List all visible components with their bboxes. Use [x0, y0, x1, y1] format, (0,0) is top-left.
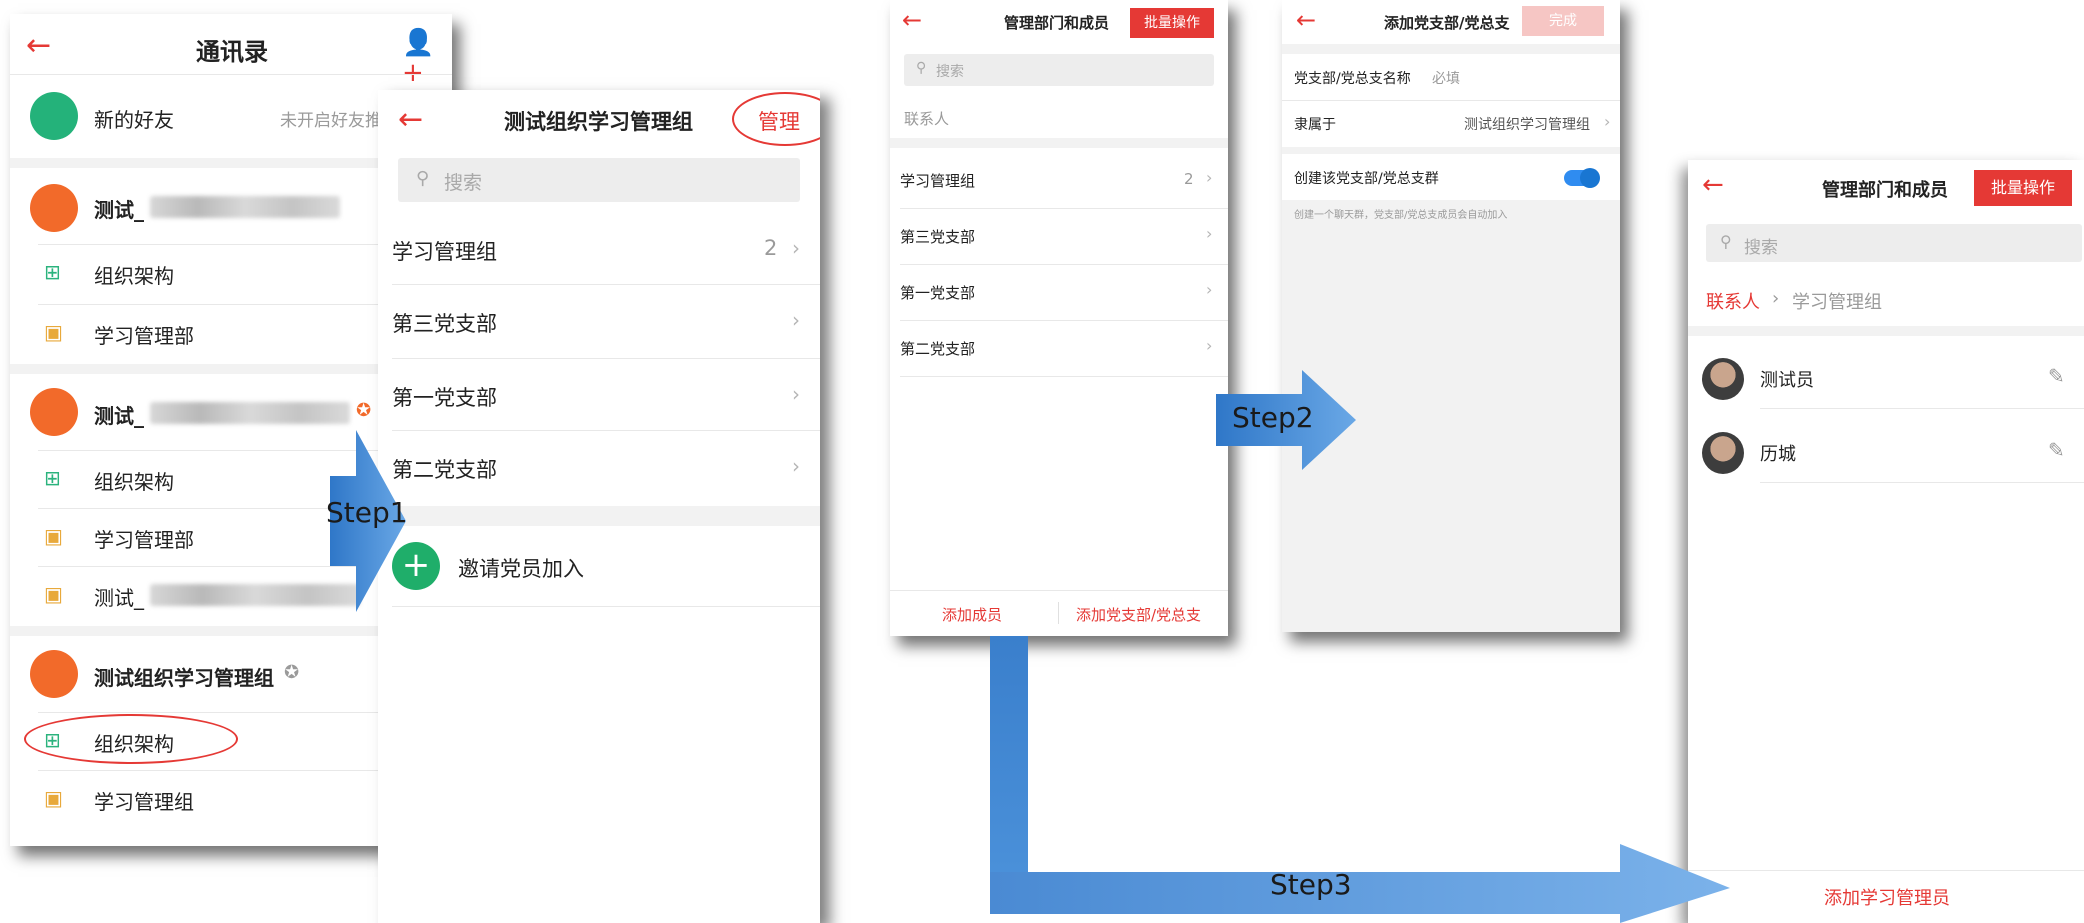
- briefcase-icon: ▣: [44, 582, 63, 606]
- page-title: 管理部门和成员: [1822, 180, 1948, 201]
- page-title: 添加党支部/党总支: [1384, 14, 1510, 32]
- list-item[interactable]: 学习管理组: [900, 170, 975, 191]
- count-badge: 2: [764, 236, 778, 260]
- list-item[interactable]: 第三党支部: [900, 226, 975, 247]
- org-chart-icon: ⊞: [44, 260, 61, 284]
- chevron-right-icon: ›: [792, 308, 800, 332]
- add-admin-button[interactable]: 添加学习管理员: [1824, 884, 1950, 910]
- verified-icon: ✪: [356, 400, 372, 421]
- chevron-right-icon: ›: [1206, 224, 1213, 243]
- batch-operation-button[interactable]: 批量操作: [1974, 170, 2072, 206]
- chevron-right-icon: ›: [792, 236, 800, 260]
- belongs-value[interactable]: 测试组织学习管理组: [1464, 114, 1590, 134]
- chevron-right-icon: ›: [792, 454, 800, 478]
- branch-name-label: 党支部/党总支名称: [1294, 71, 1411, 87]
- member-name[interactable]: 历城: [1760, 440, 1796, 466]
- search-input[interactable]: ⚲ 搜索: [1706, 224, 2082, 262]
- member-name[interactable]: 测试员: [1760, 366, 1814, 392]
- step1-label: Step1: [326, 496, 408, 529]
- branch-name-input[interactable]: 必填: [1432, 68, 1460, 88]
- batch-operation-button[interactable]: 批量操作: [1130, 8, 1214, 38]
- search-input[interactable]: ⚲ 搜索: [904, 54, 1214, 86]
- chevron-right-icon: ›: [1604, 112, 1611, 131]
- org-chart-icon: ⊞: [44, 466, 61, 490]
- search-icon: ⚲: [916, 60, 927, 76]
- breadcrumb[interactable]: 联系人: [904, 108, 949, 129]
- org-icon: [30, 388, 78, 436]
- add-branch-button[interactable]: 添加党支部/党总支: [1076, 604, 1201, 625]
- edit-icon[interactable]: ✎: [2048, 364, 2065, 388]
- add-friend-icon[interactable]: 👤+: [402, 28, 452, 88]
- org-name[interactable]: 测试_: [94, 400, 144, 429]
- create-group-label: 创建该党支部/党总支群: [1294, 171, 1439, 187]
- create-group-hint: 创建一个聊天群，党支部/党总支成员会自动加入: [1294, 210, 1508, 221]
- count-badge: 2: [1184, 170, 1194, 188]
- page-title: 测试组织学习管理组: [504, 110, 693, 134]
- org-name[interactable]: 测试组织学习管理组: [94, 662, 274, 691]
- list-item[interactable]: 第二党支部: [392, 454, 497, 484]
- back-arrow-icon[interactable]: ←: [398, 102, 423, 137]
- chevron-right-icon: ›: [1206, 336, 1213, 355]
- done-button[interactable]: 完成: [1522, 6, 1604, 36]
- search-placeholder: 搜索: [936, 64, 964, 80]
- breadcrumb-separator-icon: ›: [1772, 288, 1780, 309]
- org1-item-0[interactable]: 组织架构: [94, 260, 174, 289]
- org-icon: [30, 650, 78, 698]
- search-placeholder: 搜索: [444, 172, 483, 194]
- briefcase-icon: ▣: [44, 320, 63, 344]
- back-arrow-icon[interactable]: ←: [26, 28, 51, 63]
- list-item[interactable]: 第三党支部: [392, 308, 497, 338]
- page-title: 管理部门和成员: [1004, 14, 1110, 32]
- create-group-toggle[interactable]: [1564, 168, 1600, 188]
- search-icon: ⚲: [416, 168, 430, 189]
- chevron-right-icon: ›: [1206, 280, 1213, 299]
- org2-item-0[interactable]: 组织架构: [94, 466, 174, 495]
- org-group-screen: ← 测试组织学习管理组 管理 ⚲ 搜索 学习管理组 2 › 第三党支部 › 第一…: [378, 90, 820, 923]
- highlight-ellipse: [24, 714, 238, 764]
- edit-icon[interactable]: ✎: [2048, 438, 2065, 462]
- breadcrumb-current: 学习管理组: [1792, 292, 1882, 313]
- org2-item-2[interactable]: 测试_: [94, 582, 144, 611]
- highlight-ellipse: [732, 92, 820, 146]
- add-branch-screen: ← 添加党支部/党总支 完成 党支部/党总支名称 必填 隶属于 测试组织学习管理…: [1282, 0, 1620, 632]
- chevron-right-icon: ›: [792, 382, 800, 406]
- manage-dept-screen: ← 管理部门和成员 批量操作 ⚲ 搜索 联系人 学习管理组 2 › 第三党支部 …: [890, 0, 1228, 636]
- org1-item-1[interactable]: 学习管理部: [94, 320, 194, 349]
- belongs-label: 隶属于: [1294, 117, 1336, 133]
- manage-members-screen: ← 管理部门和成员 批量操作 ⚲ 搜索 联系人 › 学习管理组 测试员 ✎ 历城…: [1688, 160, 2084, 923]
- new-friend-label[interactable]: 新的好友: [94, 104, 174, 133]
- back-arrow-icon[interactable]: ←: [902, 6, 922, 34]
- chevron-right-icon: ›: [1206, 168, 1213, 187]
- invite-member-button[interactable]: 邀请党员加入: [458, 553, 584, 583]
- new-friend-icon: [30, 92, 78, 140]
- new-friend-hint: 未开启好友推: [280, 111, 382, 131]
- add-member-button[interactable]: 添加成员: [942, 604, 1002, 625]
- list-item[interactable]: 第一党支部: [392, 382, 497, 412]
- search-icon: ⚲: [1720, 232, 1732, 251]
- search-placeholder: 搜索: [1744, 238, 1778, 258]
- avatar: [1702, 358, 1744, 400]
- verified-icon: ✪: [284, 662, 300, 683]
- list-item[interactable]: 学习管理组: [392, 236, 497, 266]
- org-name[interactable]: 测试_: [94, 194, 144, 223]
- back-arrow-icon[interactable]: ←: [1702, 170, 1724, 200]
- list-item[interactable]: 第一党支部: [900, 282, 975, 303]
- back-arrow-icon[interactable]: ←: [1296, 6, 1316, 34]
- avatar: [1702, 432, 1744, 474]
- breadcrumb-root[interactable]: 联系人: [1706, 288, 1760, 314]
- step2-label: Step2: [1232, 401, 1314, 434]
- list-item[interactable]: 第二党支部: [900, 338, 975, 359]
- page-title: 通讯录: [196, 38, 268, 66]
- briefcase-icon: ▣: [44, 786, 63, 810]
- briefcase-icon: ▣: [44, 524, 63, 548]
- step3-arrow: [990, 636, 1730, 923]
- org3-item-1[interactable]: 学习管理组: [94, 786, 194, 815]
- org2-item-1[interactable]: 学习管理部: [94, 524, 194, 553]
- step3-label: Step3: [1270, 868, 1352, 901]
- search-input[interactable]: ⚲ 搜索: [398, 158, 800, 202]
- org-icon: [30, 184, 78, 232]
